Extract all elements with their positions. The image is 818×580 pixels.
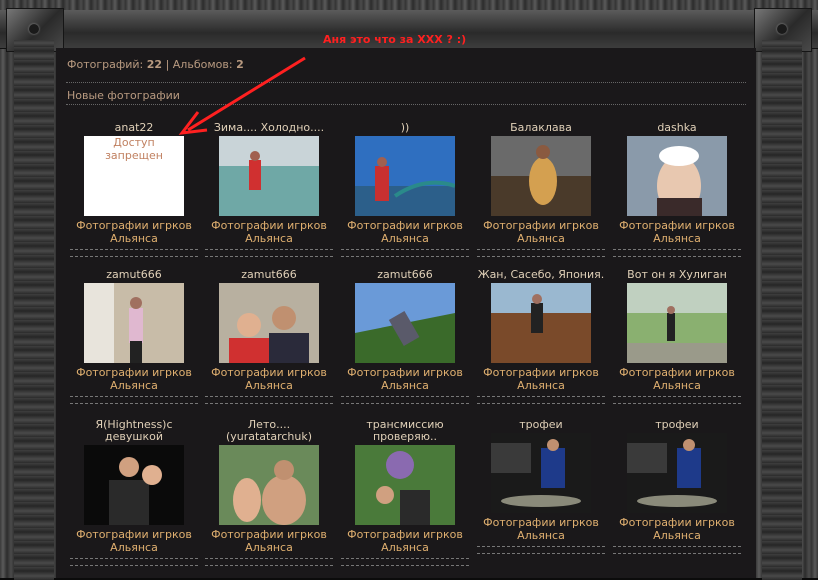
album-link[interactable]: Фотографии игрков Альянса bbox=[612, 516, 742, 542]
dashed-divider bbox=[70, 558, 198, 559]
photo-item: трофеи Фотографии игрков Альянса bbox=[612, 419, 742, 554]
photo-thumbnail[interactable] bbox=[219, 136, 319, 216]
dashed-divider bbox=[613, 553, 741, 554]
dashed-divider bbox=[477, 249, 605, 250]
photo-title-link[interactable]: Лето.... (yuratatarchuk) bbox=[204, 419, 334, 443]
photo-title-link[interactable]: Балаклава bbox=[476, 122, 606, 134]
album-link[interactable]: Фотографии игрков Альянса bbox=[69, 528, 199, 554]
album-link[interactable]: Фотографии игрков Альянса bbox=[476, 516, 606, 542]
album-link[interactable]: Фотографии игрков Альянса bbox=[340, 219, 470, 245]
dashed-divider bbox=[205, 565, 333, 566]
photo-item: anat22 Доступ запрещен Фотографии игрков А… bbox=[69, 122, 199, 257]
photo-title-link[interactable]: dashka bbox=[612, 122, 742, 134]
album-link[interactable]: Фотографии игрков Альянса bbox=[476, 219, 606, 245]
dashed-divider bbox=[70, 249, 198, 250]
photo-title-link[interactable]: Вот он я Хулиган bbox=[612, 269, 742, 281]
access-denied-text: Доступ запрещен bbox=[105, 136, 163, 162]
album-link[interactable]: Фотографии игрков Альянса bbox=[204, 366, 334, 392]
photo-title-link[interactable]: )) bbox=[340, 122, 470, 134]
photo-thumbnail[interactable] bbox=[84, 445, 184, 525]
photo-item: Зима.... Холодно.... Фотографии игрков Ал… bbox=[204, 122, 334, 257]
dashed-divider bbox=[341, 565, 469, 566]
dashed-divider bbox=[70, 256, 198, 257]
dashed-divider bbox=[477, 553, 605, 554]
photo-thumbnail[interactable] bbox=[627, 136, 727, 216]
photo-title-link[interactable]: zamut666 bbox=[204, 269, 334, 281]
dashed-divider bbox=[341, 256, 469, 257]
album-link[interactable]: Фотографии игрков Альянса bbox=[340, 366, 470, 392]
album-link[interactable]: Фотографии игрков Альянса bbox=[204, 219, 334, 245]
dashed-divider bbox=[341, 558, 469, 559]
photo-item: dashka Фотографии игрков Альянса bbox=[612, 122, 742, 257]
photo-thumbnail[interactable] bbox=[355, 445, 455, 525]
photo-thumbnail[interactable] bbox=[491, 433, 591, 513]
dashed-divider bbox=[341, 249, 469, 250]
dashed-divider bbox=[205, 558, 333, 559]
photo-item: zamut666 Фотографии игрков Альянса bbox=[69, 269, 199, 404]
dashed-divider bbox=[341, 403, 469, 404]
dashed-divider bbox=[477, 403, 605, 404]
dashed-divider bbox=[70, 396, 198, 397]
photo-thumbnail[interactable] bbox=[627, 283, 727, 363]
dashed-divider bbox=[477, 546, 605, 547]
photo-title-link[interactable]: Зима.... Холодно.... bbox=[204, 122, 334, 134]
photo-thumbnail[interactable] bbox=[355, 283, 455, 363]
dashed-divider bbox=[477, 256, 605, 257]
photo-title-link[interactable]: anat22 bbox=[69, 122, 199, 134]
photo-item: Жан, Сасебо, Япония. Фотографии игрков Ал… bbox=[476, 269, 606, 404]
dashed-divider bbox=[205, 256, 333, 257]
photo-title-link[interactable]: zamut666 bbox=[69, 269, 199, 281]
album-link[interactable]: Фотографии игрков Альянса bbox=[612, 219, 742, 245]
photo-item: трансмиссию проверяю.. Фотографии игрков … bbox=[340, 419, 470, 566]
photo-item: zamut666 Фотографии игрков Альянса bbox=[204, 269, 334, 404]
photo-title-link[interactable]: трансмиссию проверяю.. bbox=[340, 419, 470, 443]
photo-title-link[interactable]: трофеи bbox=[612, 419, 742, 431]
dashed-divider bbox=[613, 546, 741, 547]
photo-thumbnail[interactable] bbox=[491, 283, 591, 363]
album-link[interactable]: Фотографии игрков Альянса bbox=[612, 366, 742, 392]
album-link[interactable]: Фотографии игрков Альянса bbox=[340, 528, 470, 554]
photo-item: трофеи Фотографии игрков Альянса bbox=[476, 419, 606, 554]
album-link[interactable]: Фотографии игрков Альянса bbox=[476, 366, 606, 392]
photo-thumbnail[interactable] bbox=[84, 283, 184, 363]
photo-thumbnail[interactable]: Доступ запрещен bbox=[84, 136, 184, 216]
photo-item: Вот он я Хулиган Фотографии игрков Альянс… bbox=[612, 269, 742, 404]
photo-thumbnail[interactable] bbox=[627, 433, 727, 513]
photo-item: Лето.... (yuratatarchuk) Фотографии игрко… bbox=[204, 419, 334, 566]
dashed-divider bbox=[613, 396, 741, 397]
photo-thumbnail[interactable] bbox=[219, 445, 319, 525]
photo-item: Балаклава Фотографии игрков Альянса bbox=[476, 122, 606, 257]
dashed-divider bbox=[613, 403, 741, 404]
photo-thumbnail[interactable] bbox=[219, 283, 319, 363]
photo-title-link[interactable]: Жан, Сасебо, Япония. bbox=[476, 269, 606, 281]
photo-title-link[interactable]: zamut666 bbox=[340, 269, 470, 281]
album-link[interactable]: Фотографии игрков Альянса bbox=[204, 528, 334, 554]
dashed-divider bbox=[613, 249, 741, 250]
album-link[interactable]: Фотографии игрков Альянса bbox=[69, 366, 199, 392]
dashed-divider bbox=[70, 403, 198, 404]
photo-thumbnail[interactable] bbox=[491, 136, 591, 216]
dashed-divider bbox=[70, 565, 198, 566]
dashed-divider bbox=[205, 249, 333, 250]
photo-item: )) Фотографии игрков Альянса bbox=[340, 122, 470, 257]
photo-title-link[interactable]: Я(Hightness)с девушкой bbox=[69, 419, 199, 443]
dashed-divider bbox=[477, 396, 605, 397]
photo-title-link[interactable]: трофеи bbox=[476, 419, 606, 431]
dashed-divider bbox=[205, 396, 333, 397]
photo-item: Я(Hightness)с девушкой Фотографии игрков … bbox=[69, 419, 199, 566]
dashed-divider bbox=[613, 256, 741, 257]
album-link[interactable]: Фотографии игрков Альянса bbox=[69, 219, 199, 245]
photo-item: zamut666 Фотографии игрков Альянса bbox=[340, 269, 470, 404]
dashed-divider bbox=[341, 396, 469, 397]
dashed-divider bbox=[205, 403, 333, 404]
photo-thumbnail[interactable] bbox=[355, 136, 456, 216]
